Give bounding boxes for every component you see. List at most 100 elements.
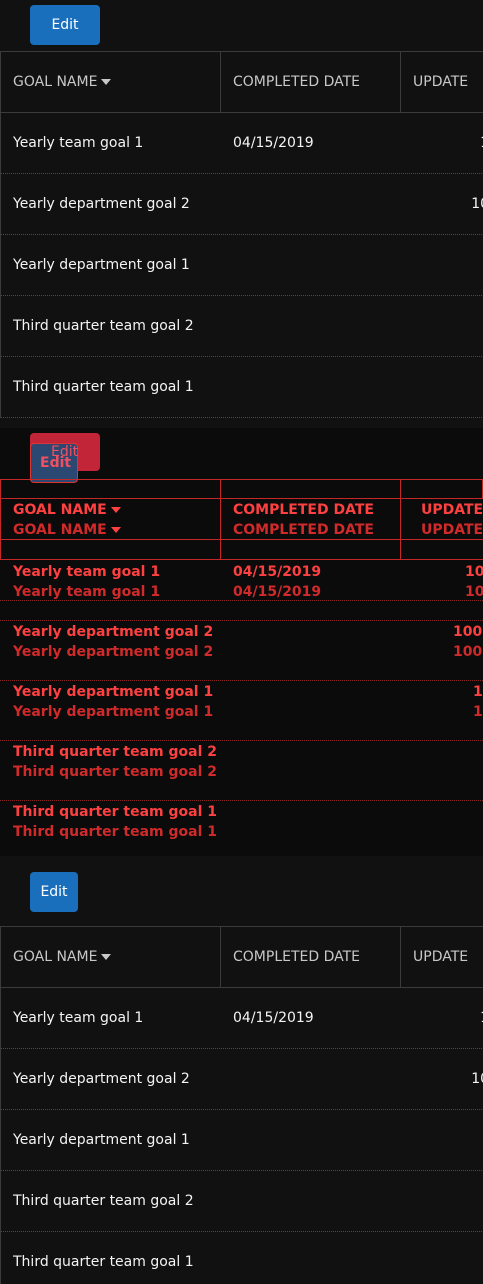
table-row[interactable]: Third quarter team goal 1 (1, 1232, 483, 1284)
row-5-name-ghost: Third quarter team goal 1 (13, 824, 218, 840)
table-row[interactable]: Third quarter team goal 1 (1, 357, 483, 418)
update-header-ghost: UPDATE (421, 522, 483, 538)
update-cell: 100 (471, 1071, 483, 1087)
table-row[interactable]: Third quarter team goal 2 (1, 1171, 483, 1232)
update-cell (401, 1171, 483, 1231)
row-divider (0, 600, 483, 601)
row-1-update-overlay: 10 (465, 564, 483, 580)
table-header: GOAL NAME COMPLETED DATE UPDATE (1, 927, 483, 988)
sort-caret-icon (110, 527, 121, 533)
completed-date-cell (233, 174, 401, 234)
update-cell (401, 1232, 483, 1284)
header-bottom-line-2 (0, 559, 483, 560)
row-3-name-overlay: Yearly department goal 1 (13, 684, 214, 700)
update-cell (401, 296, 483, 356)
goal-name-cell: Yearly department goal 2 (13, 1071, 190, 1087)
header-top-line (0, 479, 483, 480)
goal-name-cell: Yearly team goal 1 (13, 1010, 144, 1026)
column-label: GOAL NAME (13, 949, 98, 965)
header-divider-2 (400, 479, 401, 560)
edit-button[interactable]: Edit (30, 5, 100, 45)
header-bottom-line (0, 539, 483, 540)
edit-button[interactable]: Edit (30, 872, 78, 912)
goal-name-cell: Yearly department goal 2 (13, 196, 190, 212)
completed-date-header-overlay: COMPLETED DATE (233, 502, 374, 518)
goal-name-cell: Third quarter team goal 1 (13, 1254, 194, 1270)
completed-date-cell (233, 1049, 401, 1109)
completed-date-cell (233, 1232, 401, 1284)
completed-date-cell (233, 296, 401, 356)
row-2-update-overlay: 100 (453, 624, 483, 640)
completed-date-cell (233, 1110, 401, 1170)
diff-overlay-panel: Edit Edit GOAL NAME GOAL NAME COMPLETED … (0, 428, 483, 856)
column-header-completed-date[interactable]: COMPLETED DATE (221, 927, 401, 987)
goal-name-cell: Yearly department goal 1 (13, 1132, 190, 1148)
row-divider (0, 620, 483, 621)
goal-name-cell: Third quarter team goal 2 (13, 1193, 194, 1209)
column-label: COMPLETED DATE (233, 949, 361, 965)
column-label: GOAL NAME (13, 74, 98, 90)
table-row[interactable]: Third quarter team goal 2 (1, 296, 483, 357)
header-divider-1 (220, 479, 221, 560)
goals-panel-top: Edit GOAL NAME COMPLETED DATE UPDATE Yea… (0, 0, 483, 428)
table-header: GOAL NAME COMPLETED DATE UPDATE (1, 52, 483, 113)
row-1-name-ghost: Yearly team goal 1 (13, 584, 161, 600)
row-divider (0, 680, 483, 681)
column-header-goal-name[interactable]: GOAL NAME (1, 52, 221, 112)
goals-table: GOAL NAME COMPLETED DATE UPDATE Yearly t… (0, 51, 483, 418)
goals-panel-bottom: Edit GOAL NAME COMPLETED DATE UPDATE Yea… (0, 856, 483, 1284)
completed-date-cell (233, 235, 401, 295)
column-header-update[interactable]: UPDATE (401, 52, 483, 112)
row-3-update-ghost: 1 (473, 704, 483, 720)
column-label: COMPLETED DATE (233, 74, 361, 90)
update-cell: 1 (401, 1110, 483, 1170)
update-cell: 100 (471, 196, 483, 212)
row-1-update-ghost: 10 (465, 584, 483, 600)
row-1-name-overlay: Yearly team goal 1 (13, 564, 161, 580)
update-header-overlay: UPDATE (421, 502, 483, 518)
table-row[interactable]: Yearly team goal 1 04/15/2019 10 (1, 988, 483, 1049)
table-row[interactable]: Yearly team goal 1 04/15/2019 10 (1, 113, 483, 174)
row-2-name-overlay: Yearly department goal 2 (13, 624, 214, 640)
column-label: UPDATE (413, 74, 469, 90)
table-row[interactable]: Yearly department goal 1 1 (1, 235, 483, 296)
column-header-update[interactable]: UPDATE (401, 927, 483, 987)
completed-date-cell (233, 357, 401, 417)
goals-table: GOAL NAME COMPLETED DATE UPDATE Yearly t… (0, 926, 483, 1284)
column-label: UPDATE (413, 949, 469, 965)
sort-caret-icon (110, 507, 121, 513)
row-divider (0, 800, 483, 801)
edit-label-overlay: Edit (40, 455, 72, 471)
column-header-completed-date[interactable]: COMPLETED DATE (221, 52, 401, 112)
completed-date-cell (233, 1171, 401, 1231)
row-2-name-ghost: Yearly department goal 2 (13, 644, 214, 660)
row-2-update-ghost: 100 (453, 644, 483, 660)
header-top-line-2 (0, 498, 483, 499)
goal-name-cell: Third quarter team goal 1 (13, 379, 194, 395)
goal-name-header-ghost: GOAL NAME (13, 522, 121, 538)
goal-name-cell: Yearly department goal 1 (13, 257, 190, 273)
row-4-name-ghost: Third quarter team goal 2 (13, 764, 218, 780)
table-row[interactable]: Yearly department goal 2 100 (1, 174, 483, 235)
goal-name-cell: Yearly team goal 1 (13, 135, 144, 151)
header-left-line (0, 479, 1, 560)
row-1-date-overlay: 04/15/2019 (233, 564, 322, 580)
row-4-name-overlay: Third quarter team goal 2 (13, 744, 218, 760)
goal-name-cell: Third quarter team goal 2 (13, 318, 194, 334)
sort-caret-icon (101, 954, 112, 960)
sort-caret-icon (101, 79, 112, 85)
completed-date-cell: 04/15/2019 (233, 1010, 314, 1026)
row-1-date-ghost: 04/15/2019 (233, 584, 322, 600)
completed-date-cell: 04/15/2019 (233, 135, 314, 151)
row-divider (0, 740, 483, 741)
table-row[interactable]: Yearly department goal 2 100 (1, 1049, 483, 1110)
row-3-update-overlay: 1 (473, 684, 483, 700)
goal-name-header-overlay: GOAL NAME (13, 502, 121, 518)
row-5-name-overlay: Third quarter team goal 1 (13, 804, 218, 820)
update-cell: 10 (401, 988, 483, 1048)
update-cell (401, 357, 483, 417)
table-row[interactable]: Yearly department goal 1 1 (1, 1110, 483, 1171)
update-cell: 10 (401, 113, 483, 173)
completed-date-header-ghost: COMPLETED DATE (233, 522, 374, 538)
column-header-goal-name[interactable]: GOAL NAME (1, 927, 221, 987)
